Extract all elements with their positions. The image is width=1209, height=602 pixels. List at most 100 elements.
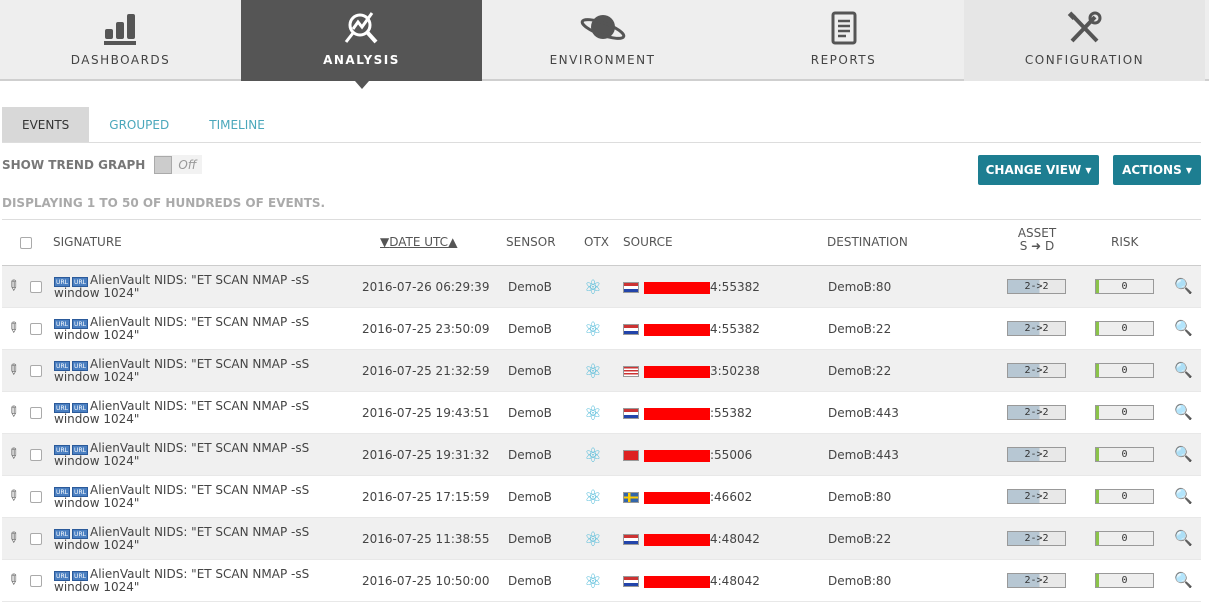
view-detail-icon[interactable]: 🔍	[1174, 361, 1193, 379]
pin-icon[interactable]: ✎	[3, 360, 23, 380]
nav-environment[interactable]: ENVIRONMENT	[482, 0, 723, 81]
view-detail-icon[interactable]: 🔍	[1174, 529, 1193, 547]
nav-configuration[interactable]: CONFIGURATION	[964, 0, 1205, 81]
actions-button[interactable]: ACTIONS ▾	[1113, 155, 1201, 185]
source-cell[interactable]: 4:48042	[623, 532, 760, 546]
otx-atom-icon[interactable]: ⚛	[584, 527, 602, 551]
pin-icon[interactable]: ✎	[3, 570, 23, 590]
tab-grouped[interactable]: GROUPED	[89, 107, 189, 142]
tab-events[interactable]: EVENTS	[2, 107, 90, 142]
sensor-cell: DemoB	[508, 280, 552, 294]
view-detail-icon[interactable]: 🔍	[1174, 571, 1193, 589]
toggle-knob[interactable]	[154, 155, 173, 174]
view-detail-icon[interactable]: 🔍	[1174, 487, 1193, 505]
signature-cell[interactable]: URL URL AlienVault NIDS: "ET SCAN NMAP -sS…	[54, 526, 354, 551]
signature-cell[interactable]: URL URL AlienVault NIDS: "ET SCAN NMAP -sS…	[54, 400, 354, 425]
sensor-cell: DemoB	[508, 574, 552, 588]
row-checkbox[interactable]	[30, 533, 42, 545]
destination-cell[interactable]: DemoB:22	[828, 532, 891, 546]
col-risk[interactable]: RISK	[1111, 235, 1138, 249]
redaction	[644, 323, 710, 336]
table-row[interactable]: ✎ URL URL AlienVault NIDS: "ET SCAN NMAP -…	[2, 518, 1201, 560]
col-destination[interactable]: DESTINATION	[827, 235, 908, 249]
tab-timeline[interactable]: TIMELINE	[189, 107, 285, 142]
table-row[interactable]: ✎ URL URL AlienVault NIDS: "ET SCAN NMAP -…	[2, 476, 1201, 518]
nav-reports[interactable]: REPORTS	[723, 0, 964, 81]
row-checkbox[interactable]	[30, 281, 42, 293]
source-cell[interactable]: 4:48042	[623, 574, 760, 588]
row-checkbox[interactable]	[30, 365, 42, 377]
row-checkbox[interactable]	[30, 575, 42, 587]
row-checkbox[interactable]	[30, 407, 42, 419]
risk-bar: 0	[1095, 363, 1154, 378]
signature-cell[interactable]: URL URL AlienVault NIDS: "ET SCAN NMAP -sS…	[54, 484, 354, 509]
destination-cell[interactable]: DemoB:443	[828, 406, 899, 420]
otx-atom-icon[interactable]: ⚛	[584, 443, 602, 467]
pin-icon[interactable]: ✎	[3, 276, 23, 296]
risk-bar: 0	[1095, 531, 1154, 546]
row-checkbox[interactable]	[30, 449, 42, 461]
pin-icon[interactable]: ✎	[3, 318, 23, 338]
sort-desc-icon[interactable]: ▼	[380, 235, 389, 249]
table-row[interactable]: ✎ URL URL AlienVault NIDS: "ET SCAN NMAP -…	[2, 560, 1201, 602]
destination-cell[interactable]: DemoB:443	[828, 448, 899, 462]
pin-icon[interactable]: ✎	[3, 402, 23, 422]
view-detail-icon[interactable]: 🔍	[1174, 403, 1193, 421]
row-checkbox[interactable]	[30, 323, 42, 335]
destination-cell[interactable]: DemoB:80	[828, 574, 891, 588]
col-asset: ASSET S ➜ D	[1007, 227, 1067, 253]
otx-atom-icon[interactable]: ⚛	[584, 485, 602, 509]
signature-cell[interactable]: URL URL AlienVault NIDS: "ET SCAN NMAP -sS…	[54, 442, 354, 467]
sensor-cell: DemoB	[508, 448, 552, 462]
otx-atom-icon[interactable]: ⚛	[584, 569, 602, 593]
table-row[interactable]: ✎ URL URL AlienVault NIDS: "ET SCAN NMAP -…	[2, 350, 1201, 392]
flag-icon	[623, 534, 639, 545]
destination-cell[interactable]: DemoB:80	[828, 280, 891, 294]
col-date[interactable]: ▼DATE UTC▲	[380, 235, 457, 249]
magnifier-chart-icon	[344, 12, 377, 44]
col-source[interactable]: SOURCE	[623, 235, 673, 249]
nav-dashboards[interactable]: DASHBOARDS	[0, 0, 241, 81]
signature-cell[interactable]: URL URL AlienVault NIDS: "ET SCAN NMAP -sS…	[54, 358, 354, 383]
pin-icon[interactable]: ✎	[3, 444, 23, 464]
asset-bar: 2->2	[1007, 447, 1066, 462]
source-cell[interactable]: :55382	[623, 406, 752, 420]
sensor-cell: DemoB	[508, 322, 552, 336]
destination-cell[interactable]: DemoB:22	[828, 364, 891, 378]
otx-atom-icon[interactable]: ⚛	[584, 359, 602, 383]
change-view-button[interactable]: CHANGE VIEW ▾	[978, 155, 1099, 185]
destination-cell[interactable]: DemoB:80	[828, 490, 891, 504]
source-cell[interactable]: 4:55382	[623, 280, 760, 294]
otx-atom-icon[interactable]: ⚛	[584, 317, 602, 341]
pin-icon[interactable]: ✎	[3, 528, 23, 548]
source-cell[interactable]: 3:50238	[623, 364, 760, 378]
source-cell[interactable]: 4:55382	[623, 322, 760, 336]
source-port: :55006	[710, 448, 753, 462]
signature-cell[interactable]: URL URL AlienVault NIDS: "ET SCAN NMAP -sS…	[54, 316, 354, 341]
nav-analysis[interactable]: ANALYSIS	[241, 0, 482, 89]
trend-label: SHOW TREND GRAPH	[2, 157, 146, 172]
select-all-checkbox[interactable]	[20, 237, 32, 249]
sort-asc-icon[interactable]: ▲	[448, 235, 457, 249]
signature-cell[interactable]: URL URL AlienVault NIDS: "ET SCAN NMAP -sS…	[54, 274, 354, 299]
signature-cell[interactable]: URL URL AlienVault NIDS: "ET SCAN NMAP -sS…	[54, 568, 354, 593]
col-sensor[interactable]: SENSOR	[506, 235, 556, 249]
row-checkbox[interactable]	[30, 491, 42, 503]
table-row[interactable]: ✎ URL URL AlienVault NIDS: "ET SCAN NMAP -…	[2, 266, 1201, 308]
table-row[interactable]: ✎ URL URL AlienVault NIDS: "ET SCAN NMAP -…	[2, 392, 1201, 434]
sensor-cell: DemoB	[508, 364, 552, 378]
table-row[interactable]: ✎ URL URL AlienVault NIDS: "ET SCAN NMAP -…	[2, 308, 1201, 350]
source-cell[interactable]: :46602	[623, 490, 752, 504]
pin-icon[interactable]: ✎	[3, 486, 23, 506]
view-detail-icon[interactable]: 🔍	[1174, 319, 1193, 337]
source-cell[interactable]: :55006	[623, 448, 752, 462]
trend-toggle[interactable]: Off	[154, 155, 203, 174]
destination-cell[interactable]: DemoB:22	[828, 322, 891, 336]
otx-atom-icon[interactable]: ⚛	[584, 401, 602, 425]
otx-atom-icon[interactable]: ⚛	[584, 275, 602, 299]
table-row[interactable]: ✎ URL URL AlienVault NIDS: "ET SCAN NMAP -…	[2, 434, 1201, 476]
col-signature[interactable]: SIGNATURE	[53, 235, 122, 249]
redaction	[644, 575, 710, 588]
view-detail-icon[interactable]: 🔍	[1174, 277, 1193, 295]
view-detail-icon[interactable]: 🔍	[1174, 445, 1193, 463]
